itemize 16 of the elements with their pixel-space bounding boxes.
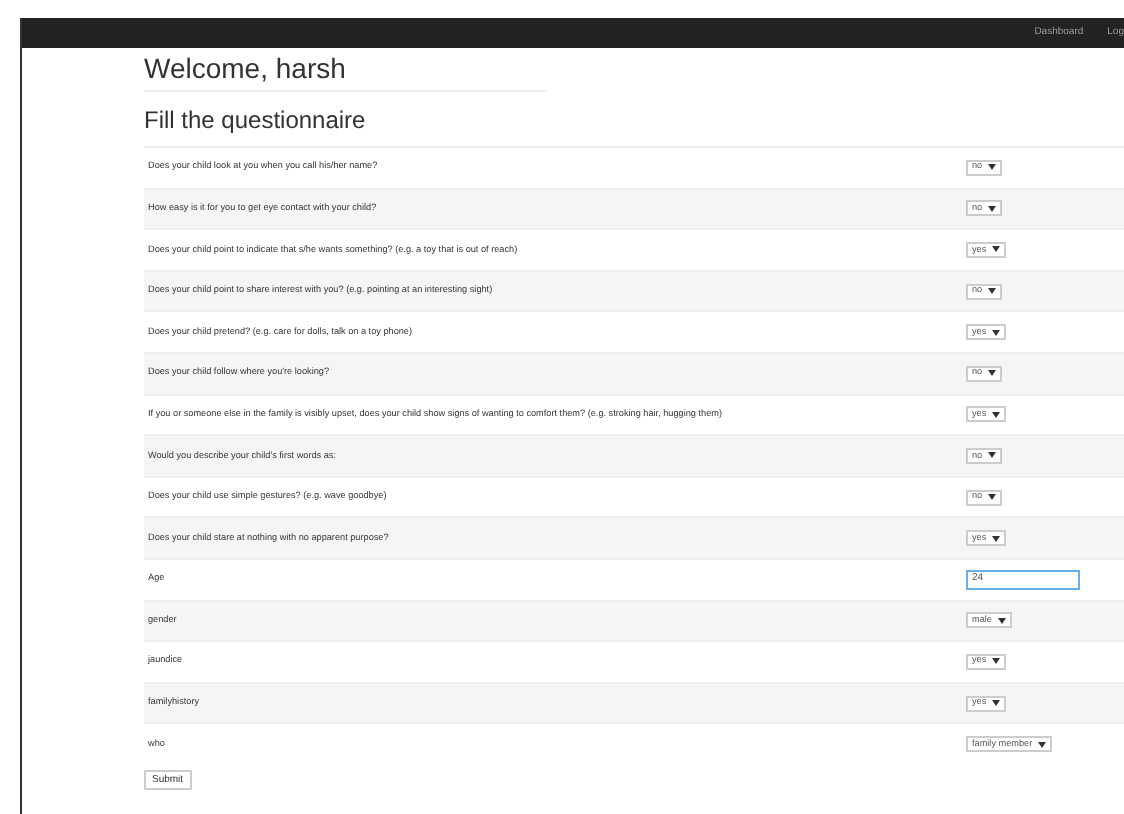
- caret-icon: [997, 617, 1006, 624]
- caret-icon: [992, 246, 1001, 253]
- caret-icon: [988, 370, 997, 377]
- caret-icon: [992, 535, 1001, 542]
- caret-icon: [992, 700, 1001, 707]
- caret-icon: [992, 411, 1001, 418]
- caret-icon: [992, 329, 1001, 336]
- caret-icon: [988, 452, 997, 459]
- caret-icon: [988, 205, 997, 212]
- caret-icon: [988, 164, 997, 171]
- caret-icon: [988, 494, 997, 501]
- section-title: Fill the questionnaire: [144, 106, 368, 134]
- page-title: Welcome, harsh: [144, 50, 546, 92]
- caret-icon: [1038, 741, 1047, 748]
- caret-icon: [988, 288, 997, 295]
- caret-icon: [992, 658, 1001, 665]
